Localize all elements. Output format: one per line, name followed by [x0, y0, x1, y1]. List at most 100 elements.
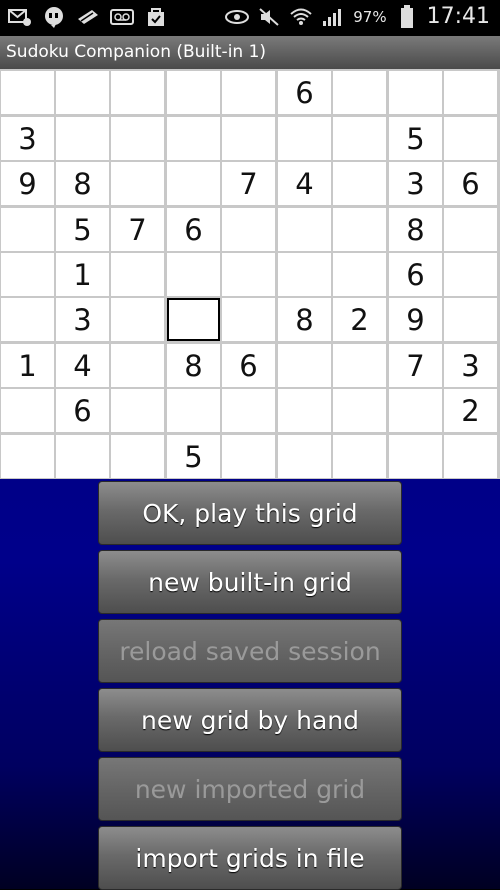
grid-cell-r1-c4[interactable]: [167, 71, 220, 114]
grid-cell-r1-c9[interactable]: [444, 71, 497, 114]
grid-cell-r7-c3[interactable]: [111, 344, 164, 387]
wifi-icon: [289, 5, 313, 29]
grid-cell-r6-c9[interactable]: [444, 298, 497, 341]
grid-cell-r1-c7[interactable]: [333, 71, 386, 114]
sudoku-grid: 6359874365768163829148673625: [0, 69, 500, 479]
grid-cell-r4-c9[interactable]: [444, 208, 497, 251]
chat-bubble-icon: [42, 5, 66, 29]
grid-cell-r8-c9[interactable]: 2: [444, 389, 497, 432]
grid-cell-r8-c2[interactable]: 6: [56, 389, 109, 432]
grid-cell-r3-c8[interactable]: 3: [389, 162, 442, 205]
grid-cell-r2-c8[interactable]: 5: [389, 117, 442, 160]
grid-cell-r3-c1[interactable]: 9: [1, 162, 54, 205]
battery-percent: 97%: [353, 7, 387, 26]
grid-cell-r9-c7[interactable]: [333, 435, 386, 478]
grid-cell-r9-c6[interactable]: [278, 435, 331, 478]
grid-cell-r2-c1[interactable]: 3: [1, 117, 54, 160]
mute-icon: [257, 5, 281, 29]
grid-cell-r8-c1[interactable]: [1, 389, 54, 432]
grid-cell-r7-c2[interactable]: 4: [56, 344, 109, 387]
grid-cell-r9-c8[interactable]: [389, 435, 442, 478]
grid-cell-r2-c2[interactable]: [56, 117, 109, 160]
grid-cell-r4-c2[interactable]: 5: [56, 208, 109, 251]
clock: 17:41: [426, 4, 490, 29]
grid-cell-r3-c4[interactable]: [167, 162, 220, 205]
grid-cell-r7-c1[interactable]: 1: [1, 344, 54, 387]
grid-cell-r1-c6[interactable]: 6: [278, 71, 331, 114]
grid-cell-r3-c9[interactable]: 6: [444, 162, 497, 205]
grid-cell-r2-c3[interactable]: [111, 117, 164, 160]
grid-cell-r3-c2[interactable]: 8: [56, 162, 109, 205]
grid-cell-r1-c1[interactable]: [1, 71, 54, 114]
notification-icons: [8, 5, 168, 29]
grid-cell-r5-c8[interactable]: 6: [389, 253, 442, 296]
grid-cell-r5-c9[interactable]: [444, 253, 497, 296]
grid-cell-r8-c5[interactable]: [222, 389, 275, 432]
grid-cell-r7-c8[interactable]: 7: [389, 344, 442, 387]
action-panel: OK, play this grid new built-in grid reloa…: [0, 479, 500, 890]
grid-cell-r5-c3[interactable]: [111, 253, 164, 296]
grid-cell-r1-c3[interactable]: [111, 71, 164, 114]
grid-cell-r1-c8[interactable]: [389, 71, 442, 114]
grid-cell-r1-c2[interactable]: [56, 71, 109, 114]
grid-cell-r3-c7[interactable]: [333, 162, 386, 205]
grid-cell-r5-c5[interactable]: [222, 253, 275, 296]
grid-cell-r7-c4[interactable]: 8: [167, 344, 220, 387]
mail-icon: [8, 5, 32, 29]
new-built-in-grid-button[interactable]: new built-in grid: [98, 550, 402, 614]
grid-cell-r6-c6[interactable]: 8: [278, 298, 331, 341]
grid-cell-r5-c6[interactable]: [278, 253, 331, 296]
grid-cell-r3-c3[interactable]: [111, 162, 164, 205]
grid-cell-r1-c5[interactable]: [222, 71, 275, 114]
grid-cell-r2-c9[interactable]: [444, 117, 497, 160]
signal-icon: [321, 5, 345, 29]
grid-cell-r4-c4[interactable]: 6: [167, 208, 220, 251]
grid-cell-r9-c3[interactable]: [111, 435, 164, 478]
grid-cell-r4-c7[interactable]: [333, 208, 386, 251]
grid-cell-r3-c6[interactable]: 4: [278, 162, 331, 205]
grid-cell-r8-c8[interactable]: [389, 389, 442, 432]
import-grids-in-file-button[interactable]: import grids in file: [98, 826, 402, 890]
new-grid-by-hand-button[interactable]: new grid by hand: [98, 688, 402, 752]
grid-cell-r5-c4[interactable]: [167, 253, 220, 296]
ok-play-grid-button[interactable]: OK, play this grid: [98, 481, 402, 545]
grid-cell-r2-c4[interactable]: [167, 117, 220, 160]
grid-cell-r9-c1[interactable]: [1, 435, 54, 478]
grid-cell-r6-c1[interactable]: [1, 298, 54, 341]
grid-cell-r6-c3[interactable]: [111, 298, 164, 341]
reload-saved-session-button[interactable]: reload saved session: [98, 619, 402, 683]
grid-cell-r5-c1[interactable]: [1, 253, 54, 296]
grid-cell-r2-c5[interactable]: [222, 117, 275, 160]
grid-cell-r6-c8[interactable]: 9: [389, 298, 442, 341]
grid-cell-r9-c9[interactable]: [444, 435, 497, 478]
grid-cell-r9-c4[interactable]: 5: [167, 435, 220, 478]
grid-cell-r8-c7[interactable]: [333, 389, 386, 432]
grid-cell-r4-c8[interactable]: 8: [389, 208, 442, 251]
grid-cell-r9-c5[interactable]: [222, 435, 275, 478]
grid-cell-r8-c4[interactable]: [167, 389, 220, 432]
grid-cell-r5-c2[interactable]: 1: [56, 253, 109, 296]
grid-cell-r4-c3[interactable]: 7: [111, 208, 164, 251]
grid-cell-r6-c2[interactable]: 3: [56, 298, 109, 341]
status-bar: 97% 17:41: [0, 0, 500, 36]
new-imported-grid-button[interactable]: new imported grid: [98, 757, 402, 821]
grid-cell-r3-c5[interactable]: 7: [222, 162, 275, 205]
grid-cell-r7-c9[interactable]: 3: [444, 344, 497, 387]
grid-cell-r2-c7[interactable]: [333, 117, 386, 160]
grid-cell-r7-c6[interactable]: [278, 344, 331, 387]
grid-cell-r6-c5[interactable]: [222, 298, 275, 341]
grid-cell-r6-c7[interactable]: 2: [333, 298, 386, 341]
grid-cell-r9-c2[interactable]: [56, 435, 109, 478]
grid-cell-r7-c7[interactable]: [333, 344, 386, 387]
system-icons: 97% 17:41: [225, 4, 490, 29]
grid-cell-r8-c3[interactable]: [111, 389, 164, 432]
grid-cell-r8-c6[interactable]: [278, 389, 331, 432]
battery-icon: [395, 4, 419, 29]
grid-cell-r7-c5[interactable]: 6: [222, 344, 275, 387]
grid-cell-r4-c6[interactable]: [278, 208, 331, 251]
grid-cell-r2-c6[interactable]: [278, 117, 331, 160]
grid-cell-r4-c1[interactable]: [1, 208, 54, 251]
grid-cell-r4-c5[interactable]: [222, 208, 275, 251]
grid-cell-r6-c4[interactable]: [167, 298, 220, 341]
grid-cell-r5-c7[interactable]: [333, 253, 386, 296]
